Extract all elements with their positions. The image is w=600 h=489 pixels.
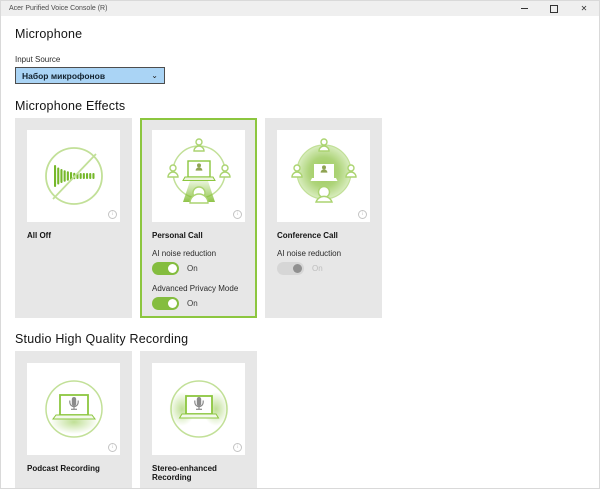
all-off-icon: i — [27, 130, 120, 222]
personal-call-icon: i — [152, 130, 245, 222]
card-label-stereo-enhanced-recording: Stereo-enhanced Recording — [152, 464, 245, 482]
ai-noise-reduction-toggle[interactable] — [152, 262, 179, 275]
podcast-recording-icon: i — [27, 363, 120, 455]
main-content: Microphone Input Source Набор микрофонов… — [1, 27, 599, 489]
maximize-button[interactable] — [539, 1, 569, 16]
info-icon[interactable]: i — [108, 210, 117, 219]
card-label-podcast-recording: Podcast Recording — [27, 464, 120, 473]
titlebar: Acer Purified Voice Console (R) ✕ — [1, 1, 599, 16]
advanced-privacy-mode-label: Advanced Privacy Mode — [152, 284, 245, 293]
effect-card-personal-call[interactable]: i Personal Call AI noise reduction On Ad… — [140, 118, 257, 318]
toggle-knob — [168, 299, 177, 308]
studio-cards-row: i Podcast Recording i Ste — [15, 351, 599, 489]
advanced-privacy-mode-row: On — [152, 297, 245, 310]
effect-card-all-off[interactable]: i All Off — [15, 118, 132, 318]
window-controls: ✕ — [509, 1, 599, 16]
effect-card-conference-call[interactable]: i Conference Call AI noise reduction On — [265, 118, 382, 318]
conference-ai-noise-reduction-label: AI noise reduction — [277, 249, 370, 258]
conference-ai-noise-reduction-toggle — [277, 262, 304, 275]
maximize-icon — [550, 5, 558, 13]
studio-heading: Studio High Quality Recording — [15, 332, 599, 346]
advanced-privacy-mode-state: On — [187, 299, 198, 308]
conference-ai-noise-reduction-state: On — [312, 264, 323, 273]
close-icon: ✕ — [581, 5, 588, 13]
advanced-privacy-mode-toggle[interactable] — [152, 297, 179, 310]
toggle-knob — [293, 264, 302, 273]
window-title: Acer Purified Voice Console (R) — [9, 5, 107, 12]
input-source-value: Набор микрофонов — [22, 71, 105, 81]
input-source-label: Input Source — [15, 55, 599, 64]
ai-noise-reduction-row: On — [152, 262, 245, 275]
minimize-icon — [521, 8, 528, 9]
conference-ai-noise-reduction-row: On — [277, 262, 370, 275]
info-icon[interactable]: i — [358, 210, 367, 219]
card-label-personal-call: Personal Call — [152, 231, 245, 240]
microphone-heading: Microphone — [15, 27, 599, 41]
input-source-dropdown[interactable]: Набор микрофонов ⌄ — [15, 67, 165, 84]
stereo-enhanced-recording-icon: i — [152, 363, 245, 455]
ai-noise-reduction-label: AI noise reduction — [152, 249, 245, 258]
studio-card-stereo-enhanced-recording[interactable]: i Stereo-enhanced Recording — [140, 351, 257, 489]
info-icon[interactable]: i — [108, 443, 117, 452]
conference-call-icon: i — [277, 130, 370, 222]
info-icon[interactable]: i — [233, 210, 242, 219]
card-label-conference-call: Conference Call — [277, 231, 370, 240]
effects-heading: Microphone Effects — [15, 99, 599, 113]
info-icon[interactable]: i — [233, 443, 242, 452]
studio-card-podcast-recording[interactable]: i Podcast Recording — [15, 351, 132, 489]
app-window: Acer Purified Voice Console (R) ✕ Microp… — [0, 0, 600, 489]
effects-cards-row: i All Off — [15, 118, 599, 318]
ai-noise-reduction-state: On — [187, 264, 198, 273]
minimize-button[interactable] — [509, 1, 539, 16]
toggle-knob — [168, 264, 177, 273]
chevron-down-icon: ⌄ — [151, 72, 158, 80]
close-button[interactable]: ✕ — [569, 1, 599, 16]
card-label-all-off: All Off — [27, 231, 120, 240]
